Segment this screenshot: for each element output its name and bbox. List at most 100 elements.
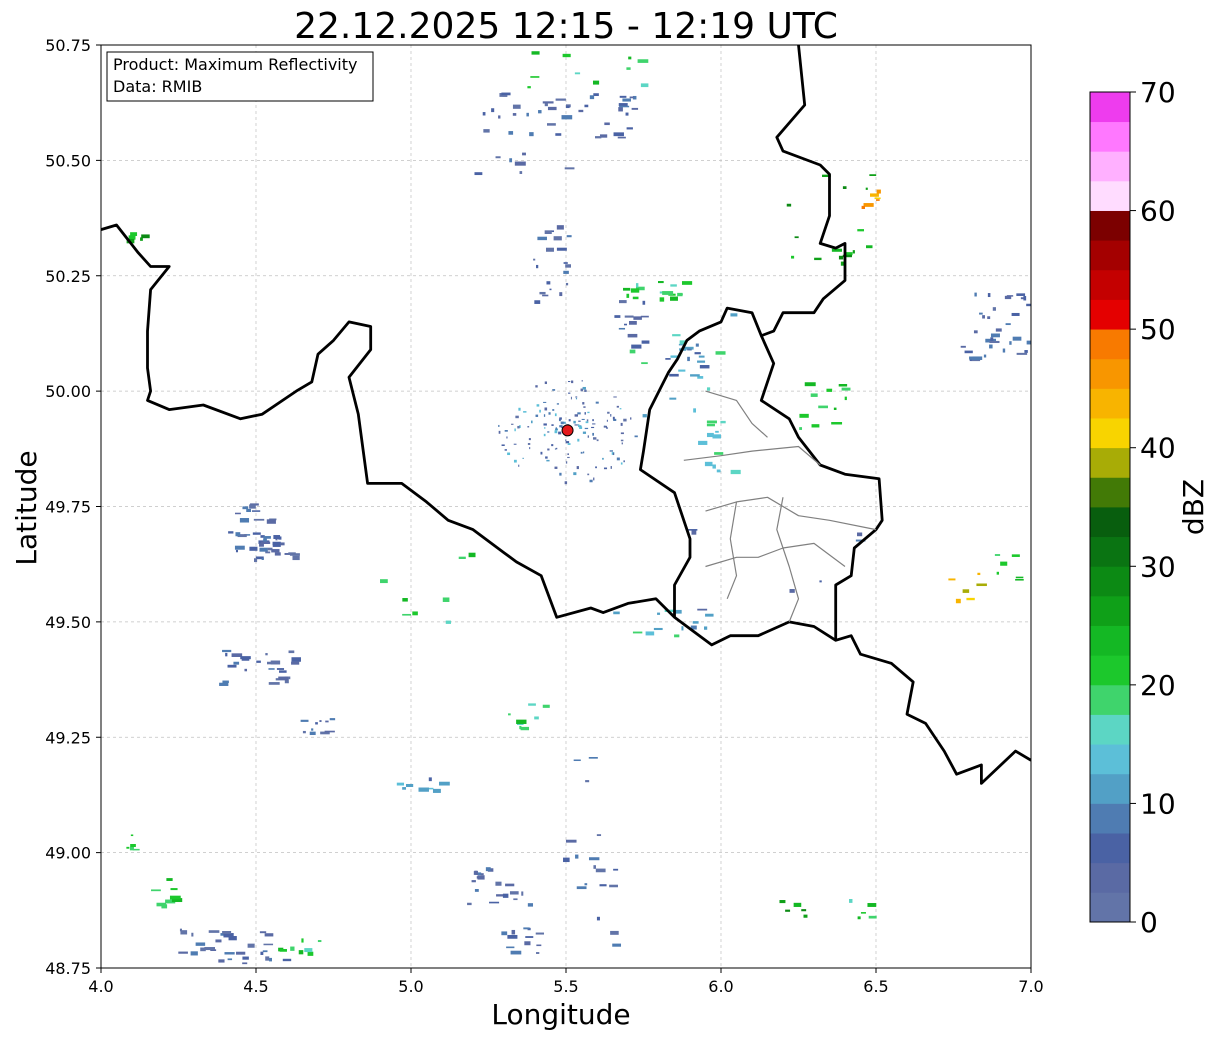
echo-pixel (574, 424, 578, 426)
echo-pixel (704, 461, 713, 467)
echo-pixel (799, 427, 803, 430)
echo-pixel (319, 720, 322, 723)
echo-pixel (1011, 554, 1020, 557)
echo-pixel (640, 315, 649, 318)
echo-pixel (544, 407, 548, 411)
echo-pixel (546, 459, 550, 462)
echo-pixel (178, 951, 188, 954)
echo-pixel (528, 438, 531, 441)
echo-pixel (657, 612, 661, 615)
echo-pixel (581, 379, 583, 382)
echo-pixel (263, 943, 274, 946)
echo-pixel (535, 414, 539, 417)
echo-pixel (969, 356, 980, 360)
echo-pixel (274, 552, 281, 556)
echo-pixel (587, 411, 590, 414)
colorbar-swatch (1090, 477, 1130, 508)
echo-pixel (412, 611, 418, 616)
echo-pixel (715, 351, 726, 355)
echo-pixel (583, 406, 586, 408)
colorbar-tick-label: 10 (1140, 787, 1176, 820)
echo-pixel (852, 250, 855, 254)
colorbar-tick-label: 70 (1140, 76, 1176, 109)
y-axis-label: Latitude (10, 450, 43, 565)
echo-pixel (990, 333, 1000, 338)
echo-pixel (539, 291, 546, 295)
echo-pixel (607, 411, 610, 414)
echo-pixel (473, 871, 479, 875)
region-border (683, 445, 821, 466)
echo-pixel (786, 203, 792, 207)
colorbar-swatch (1090, 684, 1130, 715)
echo-pixel (665, 358, 671, 360)
echo-pixel (585, 421, 589, 424)
x-tick-label: 5.0 (398, 977, 423, 996)
echo-pixel (514, 161, 526, 166)
echo-pixel (263, 536, 271, 539)
echo-pixel (720, 420, 726, 424)
echo-pixel (681, 281, 693, 285)
echo-pixel (260, 541, 271, 544)
echo-pixel (617, 136, 626, 139)
echo-pixel (580, 388, 583, 392)
echo-pixel (593, 477, 595, 481)
echo-pixel (573, 472, 577, 476)
echo-pixel (218, 959, 225, 963)
echo-pixel (292, 555, 300, 561)
echo-pixel (564, 167, 575, 170)
echo-pixel (562, 53, 571, 58)
y-tick-label: 49.00 (45, 844, 91, 863)
echo-pixel (868, 915, 877, 919)
echo-pixel (265, 551, 271, 554)
echo-pixel (141, 234, 150, 239)
echo-pixel (619, 95, 627, 98)
echo-pixel (498, 115, 501, 119)
echo-pixel (300, 719, 309, 722)
echo-pixel (577, 438, 580, 442)
echo-pixel (712, 434, 721, 439)
echo-pixel (630, 288, 640, 293)
echo-pixel (857, 532, 863, 537)
echo-pixel (624, 315, 634, 318)
echo-pixel (695, 343, 699, 347)
echo-pixel (803, 914, 808, 918)
echo-pixel (640, 83, 649, 88)
echo-pixel (263, 538, 267, 542)
echo-pixel (259, 547, 268, 552)
echo-pixel (529, 447, 531, 450)
echo-pixel (584, 389, 587, 392)
echo-pixel (498, 424, 500, 427)
echo-pixel (565, 839, 577, 843)
echo-pixel (1026, 303, 1031, 307)
echo-pixel (573, 759, 581, 762)
echo-pixel (876, 189, 881, 194)
echo-pixel (234, 512, 241, 515)
echo-pixel (977, 572, 981, 576)
annotation-box: Product: Maximum Reflectivity Data: RMIB (106, 51, 374, 102)
echo-pixel (225, 652, 228, 657)
colorbar-swatch (1090, 595, 1130, 626)
echo-pixel (574, 72, 581, 75)
echo-pixel (235, 549, 239, 553)
echo-pixel (547, 448, 550, 451)
echo-pixel (712, 464, 716, 469)
echo-pixel (273, 535, 281, 540)
echo-pixel (595, 868, 606, 873)
echo-pixel (592, 419, 594, 422)
echo-pixel (612, 416, 615, 420)
echo-pixel (504, 449, 507, 451)
echo-pixel (224, 952, 235, 955)
echo-pixel (593, 437, 597, 440)
echo-pixel (324, 730, 335, 733)
echo-pixel (555, 133, 562, 136)
echo-pixel (535, 932, 545, 935)
colorbar: 0 10 20 30 40 50 60 70 (1089, 76, 1176, 939)
echo-pixel (290, 946, 295, 951)
echo-pixel (474, 889, 479, 892)
echo-pixel (983, 354, 987, 358)
echo-pixel (262, 950, 268, 953)
echo-pixel (621, 442, 623, 445)
echo-pixel (801, 909, 807, 912)
region-border (726, 501, 738, 600)
echo-pixel (501, 92, 511, 96)
